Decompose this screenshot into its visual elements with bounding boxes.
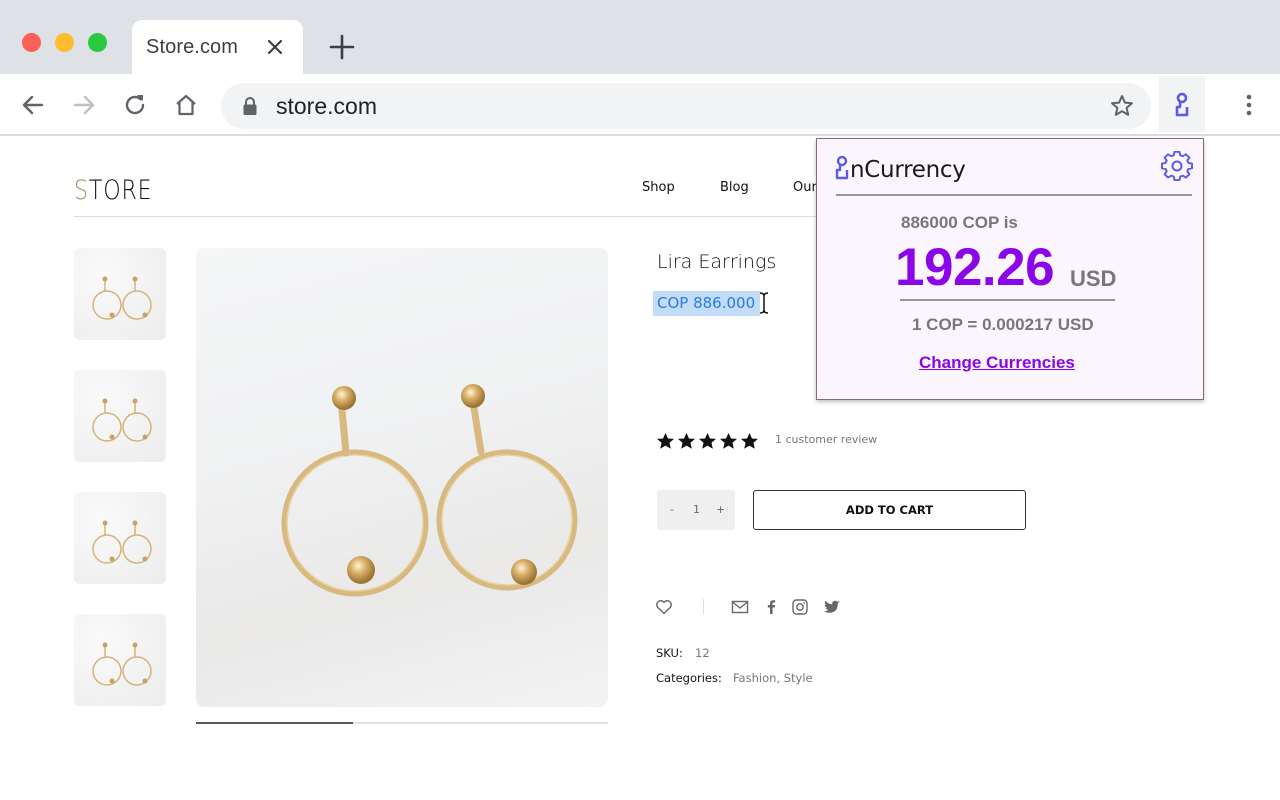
product-main-image[interactable] <box>196 248 608 707</box>
nav-blog[interactable]: Blog <box>720 180 749 195</box>
categories-value[interactable]: Fashion, Style <box>733 671 813 685</box>
earrings-thumbnail-image <box>92 520 152 564</box>
header-divider <box>74 216 834 217</box>
store-logo[interactable]: STORE <box>74 175 152 206</box>
target-currency: USD <box>1070 266 1117 291</box>
amount-underline <box>900 299 1115 301</box>
incurrency-logo-icon <box>1175 92 1189 117</box>
nav-shop[interactable]: Shop <box>642 180 675 195</box>
window-maximize-button[interactable] <box>88 33 107 52</box>
star-icon <box>719 432 738 449</box>
gallery-progress-fill <box>196 722 353 724</box>
browser-tab[interactable]: Store.com <box>132 20 303 74</box>
incurrency-logo-text: nCurrency <box>850 157 966 183</box>
lock-icon[interactable] <box>241 96 259 116</box>
incurrency-popup: nCurrency 886000 COP is 192.26 USD 1 COP… <box>816 138 1204 400</box>
twitter-icon[interactable] <box>823 598 841 616</box>
product-price-selected[interactable]: COP 886.000 <box>653 291 761 316</box>
tab-bar: Store.com <box>0 0 1280 74</box>
quantity-stepper: - 1 + <box>657 490 735 530</box>
new-tab-icon[interactable] <box>328 33 356 61</box>
heart-icon[interactable] <box>655 598 673 616</box>
bookmark-star-icon[interactable] <box>1109 93 1135 119</box>
url-text[interactable]: store.com <box>276 93 377 120</box>
forward-icon[interactable] <box>71 92 97 118</box>
source-amount-text: 886000 COP is <box>901 213 1018 232</box>
product-thumbnail[interactable] <box>74 614 166 706</box>
converted-amount: 192.26 <box>895 238 1055 297</box>
back-icon[interactable] <box>20 92 46 118</box>
earrings-thumbnail-image <box>92 398 152 442</box>
email-icon[interactable] <box>731 598 749 616</box>
window-minimize-button[interactable] <box>55 33 74 52</box>
categories-label: Categories: <box>656 671 722 685</box>
product-thumbnail[interactable] <box>74 492 166 584</box>
close-tab-icon[interactable] <box>263 35 287 59</box>
star-icon <box>698 432 717 449</box>
earrings-image <box>281 384 578 597</box>
browser-menu-icon[interactable] <box>1236 92 1262 118</box>
star-icon <box>740 432 759 449</box>
text-cursor-icon <box>759 292 769 314</box>
reload-icon[interactable] <box>122 92 148 118</box>
popup-divider <box>836 194 1192 196</box>
review-count-link[interactable]: 1 customer review <box>775 433 877 446</box>
product-thumbnail[interactable] <box>74 370 166 462</box>
product-thumbnail[interactable] <box>74 248 166 340</box>
star-icon <box>656 432 675 449</box>
star-icon <box>677 432 696 449</box>
nav-our[interactable]: Our <box>793 180 817 195</box>
quantity-input[interactable]: 1 <box>693 503 700 516</box>
product-title: Lira Earrings <box>657 251 777 273</box>
gallery-progress-track[interactable] <box>196 722 608 724</box>
window-close-button[interactable] <box>22 33 41 52</box>
address-bar[interactable]: store.com <box>221 83 1151 129</box>
facebook-icon[interactable] <box>762 598 780 616</box>
share-divider <box>703 599 704 614</box>
tab-title: Store.com <box>146 36 239 58</box>
browser-toolbar: store.com <box>0 74 1280 136</box>
exchange-rate-text: 1 COP = 0.000217 USD <box>912 315 1094 334</box>
add-to-cart-button[interactable]: ADD TO CART <box>753 490 1026 530</box>
rating-stars <box>656 432 759 450</box>
earrings-thumbnail-image <box>92 642 152 686</box>
incurrency-extension-button[interactable] <box>1159 76 1205 132</box>
earrings-thumbnail-image <box>92 276 152 320</box>
quantity-decrease-button[interactable]: - <box>670 503 674 516</box>
settings-gear-icon[interactable] <box>1161 151 1193 183</box>
quantity-increase-button[interactable]: + <box>716 503 725 516</box>
instagram-icon[interactable] <box>791 598 809 616</box>
home-icon[interactable] <box>173 92 199 118</box>
change-currencies-link[interactable]: Change Currencies <box>919 353 1075 373</box>
sku-label: SKU: <box>656 646 683 660</box>
sku-value: 12 <box>695 646 710 660</box>
incurrency-logo-icon <box>835 155 849 180</box>
